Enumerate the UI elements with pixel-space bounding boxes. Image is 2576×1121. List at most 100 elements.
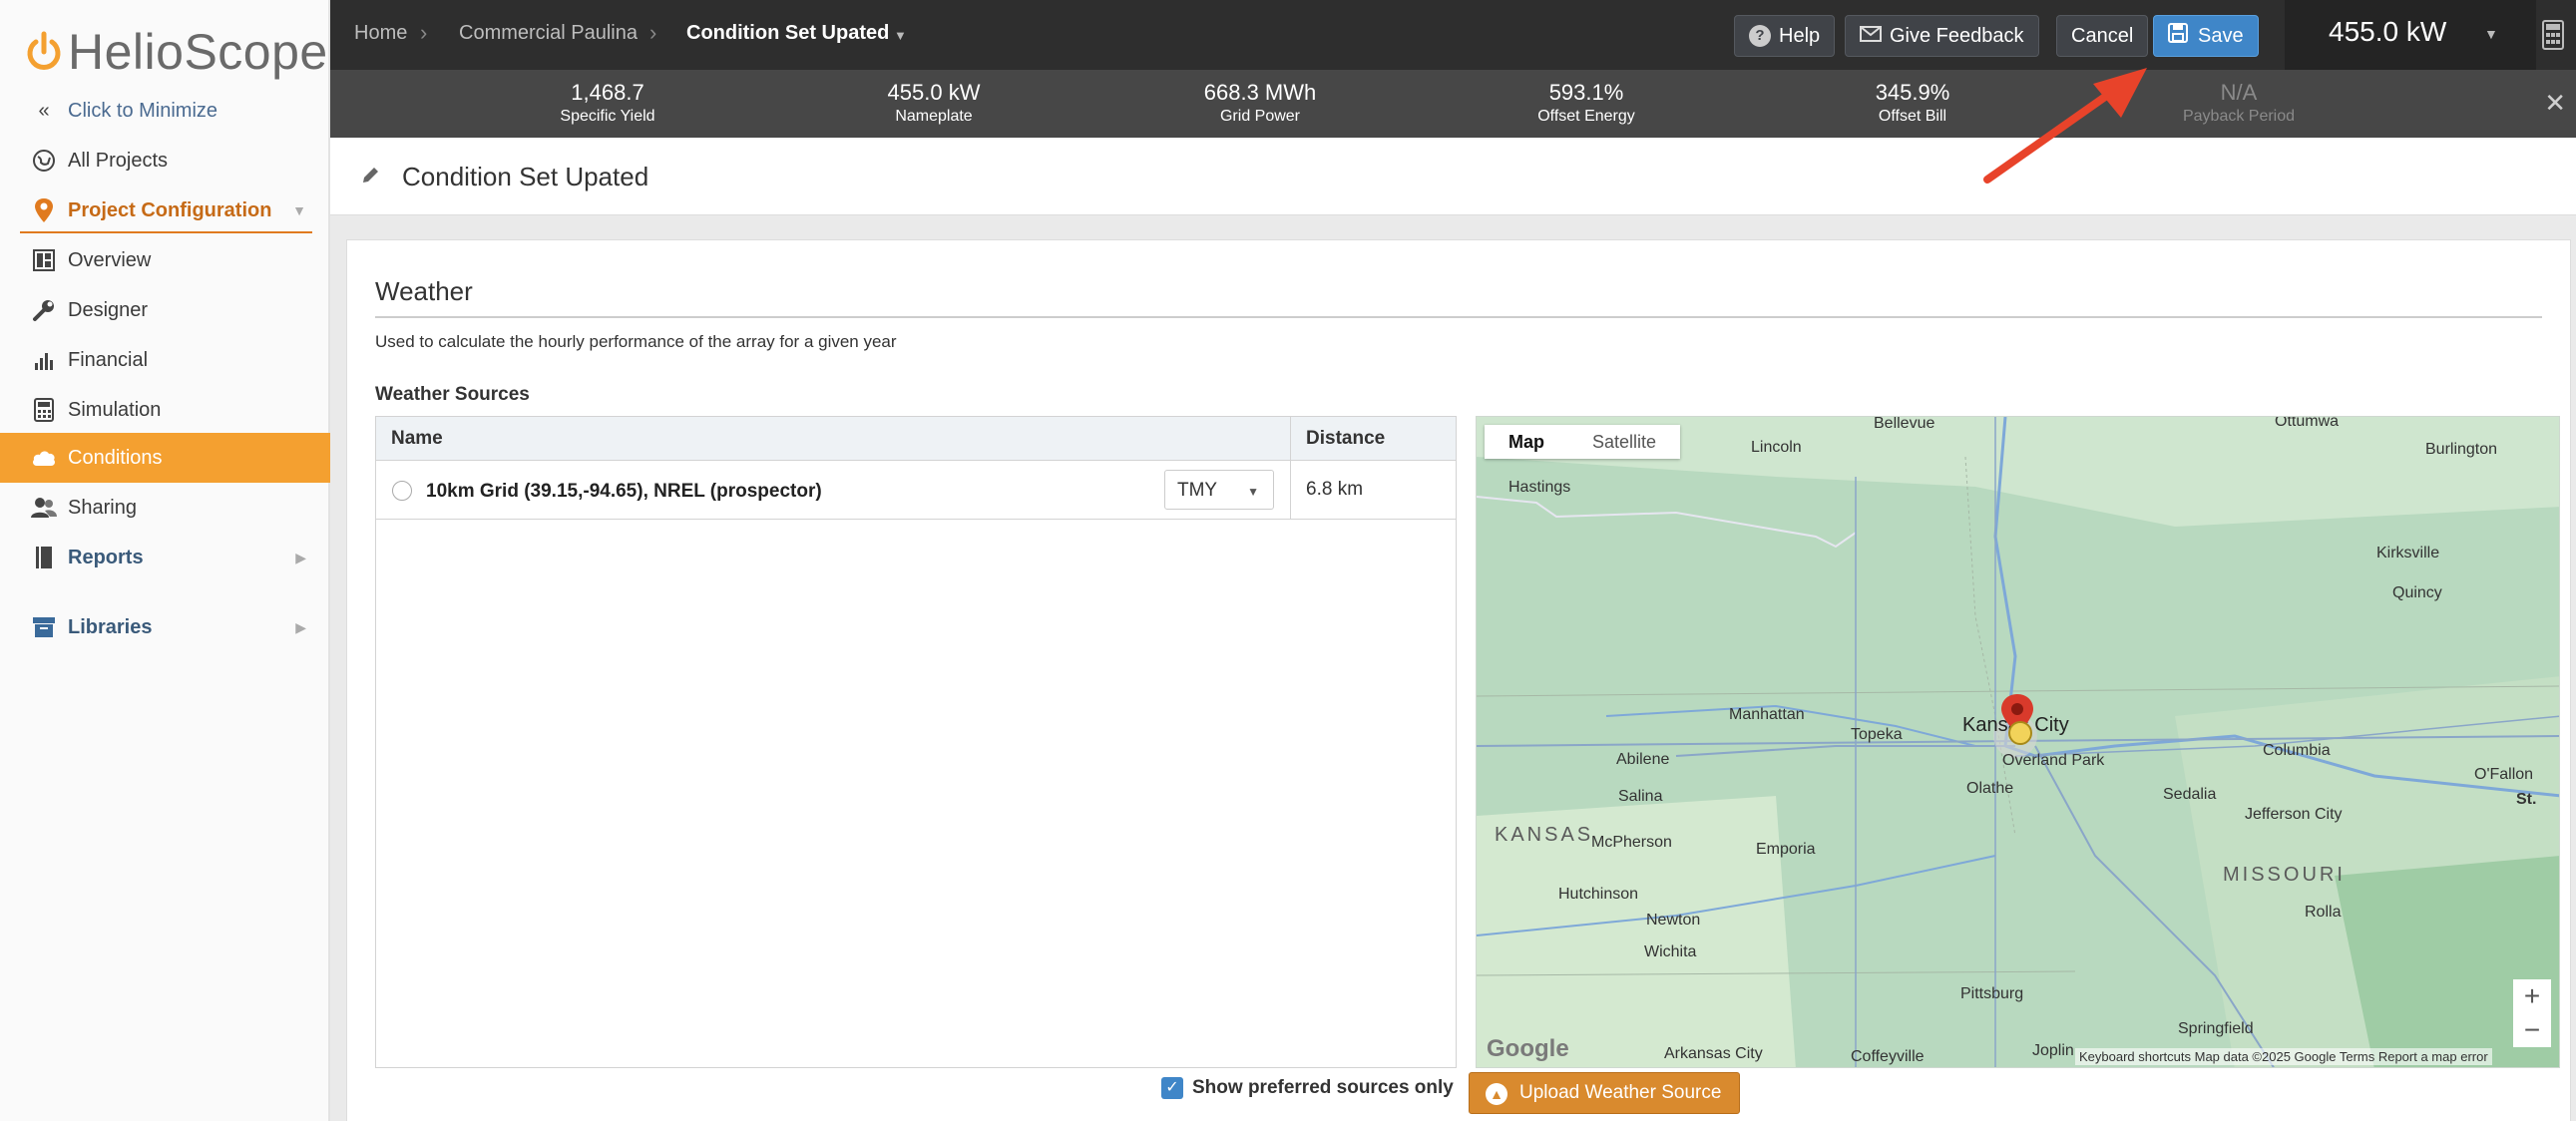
stat-offset-energy: 593.1% Offset Energy — [1487, 80, 1686, 126]
help-label: Help — [1779, 24, 1821, 47]
sidebar-item-label: Overview — [68, 248, 152, 271]
sun-power-icon — [26, 30, 62, 74]
sidebar-item-libraries[interactable]: Libraries ▶ — [0, 602, 330, 652]
map-label: St. — [2516, 791, 2537, 808]
weather-card: Weather Used to calculate the hourly per… — [346, 239, 2571, 1121]
map-label: Olathe — [1966, 780, 2014, 797]
upload-icon: ▲ — [1486, 1083, 1507, 1105]
stat-value: 455.0 kW — [887, 80, 981, 105]
sidebar-item-all-projects[interactable]: All Projects — [0, 136, 330, 186]
breadcrumb-project[interactable]: Commercial Paulina — [459, 22, 638, 45]
minimize-button[interactable]: « Click to Minimize — [0, 86, 330, 136]
map-label: Springfield — [2178, 1020, 2254, 1037]
upload-label: Upload Weather Source — [1519, 1082, 1722, 1103]
save-button[interactable]: Save — [2153, 15, 2259, 57]
source-distance: 6.8 km — [1306, 479, 1364, 500]
cancel-button[interactable]: Cancel — [2056, 15, 2149, 57]
sidebar-item-label: All Projects — [68, 149, 169, 172]
breadcrumb-condition-set[interactable]: Condition Set Upated — [686, 22, 889, 45]
google-logo: Google — [1487, 1035, 1569, 1062]
sidebar-item-financial[interactable]: Financial — [0, 335, 330, 385]
annotation-arrow-icon — [1983, 68, 2147, 184]
archive-icon — [30, 613, 58, 641]
satellite-tab[interactable]: Satellite — [1568, 425, 1680, 459]
calculator-icon — [30, 396, 58, 424]
sidebar-item-label: Simulation — [68, 398, 162, 421]
title-bar: Condition Set Upated — [330, 138, 2576, 215]
map-type-control: Map Satellite — [1485, 425, 1681, 459]
map-label: Newton — [1646, 912, 1701, 929]
sidebar-item-sharing[interactable]: Sharing — [0, 483, 330, 533]
stat-specific-yield: 1,468.7 Specific Yield — [508, 80, 707, 126]
upload-weather-source-button[interactable]: ▲ Upload Weather Source — [1469, 1072, 1741, 1114]
column-header-name[interactable]: Name — [391, 428, 443, 450]
sidebar-item-conditions[interactable]: Conditions — [0, 433, 330, 483]
sidebar-item-label: Libraries — [68, 615, 153, 638]
weather-type-select[interactable]: TMY ▼ — [1164, 470, 1274, 510]
helioscope-logo[interactable]: HelioScope — [26, 22, 328, 82]
weather-sources-label: Weather Sources — [375, 384, 530, 405]
stat-grid-power: 668.3 MWh Grid Power — [1160, 80, 1360, 126]
table-row[interactable]: 10km Grid (39.15,-94.65), NREL (prospect… — [376, 461, 1456, 520]
map-label: Lincoln — [1751, 439, 1802, 456]
chevron-right-icon: ▶ — [295, 549, 306, 565]
give-feedback-button[interactable]: Give Feedback — [1845, 15, 2039, 57]
map-attribution[interactable]: Keyboard shortcuts Map data ©2025 Google… — [2075, 1048, 2492, 1065]
help-button[interactable]: ? Help — [1734, 15, 1836, 57]
sidebar-item-label: Designer — [68, 298, 149, 321]
sidebar-item-designer[interactable]: Designer — [0, 285, 330, 335]
map-label: Abilene — [1616, 751, 1670, 768]
show-preferred-label[interactable]: Show preferred sources only — [1192, 1077, 1454, 1099]
page-title[interactable]: Condition Set Upated — [402, 162, 648, 192]
breadcrumb-home[interactable]: Home — [354, 22, 407, 45]
source-radio[interactable] — [392, 481, 412, 501]
dashboard-icon — [30, 246, 58, 274]
sidebar-item-overview[interactable]: Overview — [0, 235, 330, 285]
chevron-down-icon: ▼ — [292, 202, 306, 218]
weather-station-marker-icon[interactable] — [2007, 720, 2033, 751]
sidebar-item-label: Conditions — [68, 446, 163, 469]
map-state-label: KANSAS — [1495, 824, 1594, 846]
zoom-out-button[interactable]: − — [2513, 1013, 2551, 1047]
map-tab[interactable]: Map — [1485, 425, 1568, 459]
sidebar-item-project-configuration[interactable]: Project Configuration ▼ — [0, 186, 330, 235]
column-header-distance[interactable]: Distance — [1306, 428, 1385, 450]
logo-text: HelioScope — [68, 24, 328, 80]
calculator-icon[interactable] — [2542, 20, 2564, 55]
question-circle-icon: ? — [1749, 25, 1771, 47]
map-label: Hastings — [1508, 479, 1571, 496]
map-label: Wichita — [1644, 943, 1697, 960]
map-label: Ottumwa — [2275, 416, 2340, 430]
map-label: Sedalia — [2163, 786, 2217, 803]
map-label: Burlington — [2425, 441, 2498, 458]
sidebar: HelioScope « Click to Minimize All Proje… — [0, 0, 330, 1121]
show-preferred-checkbox[interactable]: ✓ — [1161, 1077, 1183, 1099]
map-label: Salina — [1618, 788, 1663, 805]
map-label: Arkansas City — [1664, 1045, 1763, 1062]
stat-value: 593.1% — [1548, 80, 1624, 105]
sidebar-item-simulation[interactable]: Simulation — [0, 385, 330, 435]
map-label: Coffeyville — [1851, 1048, 1925, 1065]
close-icon[interactable]: ✕ — [2544, 88, 2566, 119]
zoom-in-button[interactable]: + — [2513, 979, 2551, 1013]
map-label: Bellevue — [1874, 416, 1935, 432]
map-label: Topeka — [1851, 726, 1903, 743]
chevron-right-icon: ▶ — [295, 618, 306, 635]
map-label: Manhattan — [1729, 706, 1805, 723]
caret-down-icon: ▼ — [1247, 485, 1259, 499]
select-value: TMY — [1177, 480, 1218, 501]
sidebar-item-reports[interactable]: Reports ▶ — [0, 533, 330, 582]
stat-label: Nameplate — [895, 108, 973, 125]
pencil-icon[interactable] — [360, 166, 380, 190]
chevron-down-icon[interactable]: ▼ — [894, 28, 907, 43]
system-power: 455.0 kW — [2329, 16, 2447, 47]
stat-label: Grid Power — [1219, 108, 1301, 125]
chevron-down-icon[interactable]: ▼ — [2484, 26, 2498, 42]
envelope-icon — [1860, 25, 1882, 48]
stat-value: 668.3 MWh — [1203, 80, 1317, 105]
map-label: McPherson — [1591, 834, 1672, 851]
map-label: O'Fallon — [2474, 766, 2534, 783]
sidebar-item-label: Financial — [68, 348, 149, 371]
weather-map[interactable]: Map Satellite Lincoln Hastings Kirksvill… — [1476, 416, 2560, 1068]
save-label: Save — [2198, 24, 2244, 47]
